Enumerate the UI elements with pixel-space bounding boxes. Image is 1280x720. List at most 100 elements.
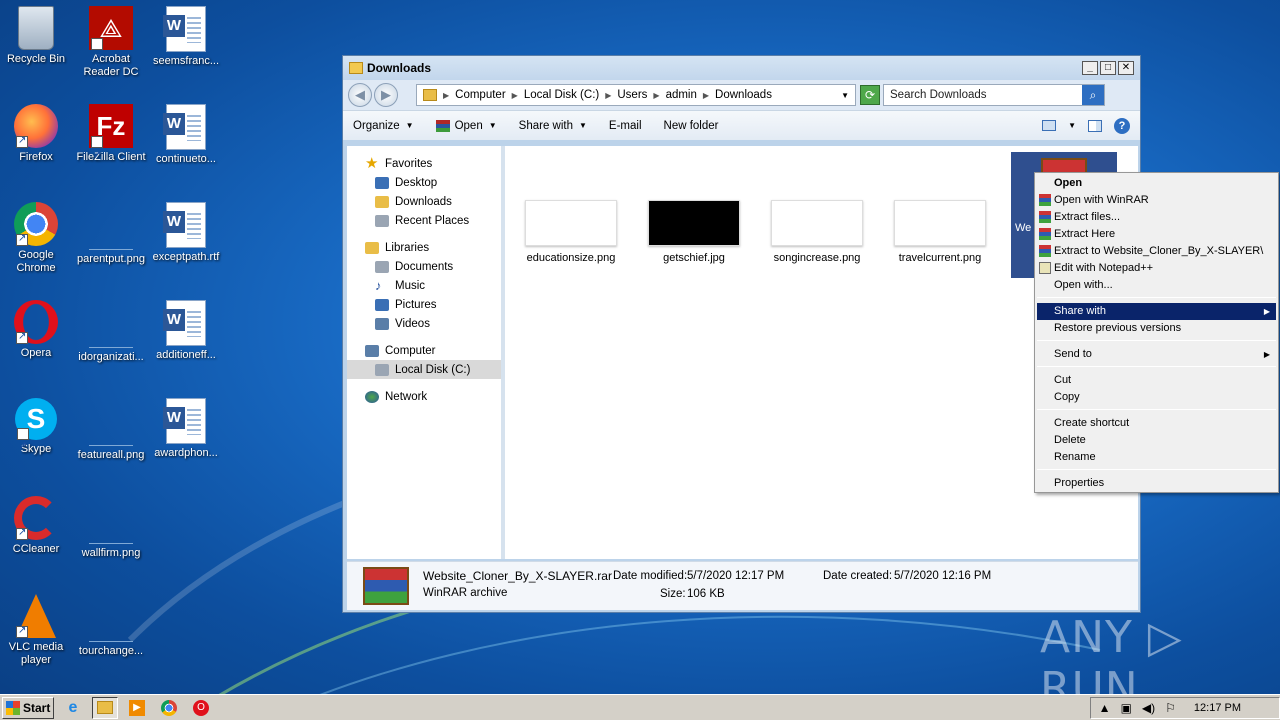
refresh-button[interactable]: ⟳ <box>860 85 880 105</box>
skype-icon: S <box>15 398 57 468</box>
preview-pane-icon[interactable] <box>1088 119 1102 132</box>
nav-videos[interactable]: Videos <box>347 314 501 333</box>
taskbar-media-player[interactable]: ▶ <box>124 697 150 719</box>
nav-pictures[interactable]: Pictures <box>347 295 501 314</box>
menu-item-open[interactable]: Open <box>1037 175 1276 192</box>
address-bar[interactable]: ▶ Computer ▶ Local Disk (C:) ▶ Users ▶ a… <box>416 84 856 106</box>
menu-item-extract-here[interactable]: Extract Here <box>1037 226 1276 243</box>
desktop-icon-word-doc[interactable]: W continueto... <box>150 104 222 166</box>
breadcrumb-downloads[interactable]: Downloads <box>715 89 772 101</box>
desktop-icon-ccleaner[interactable]: CCleaner <box>0 496 72 556</box>
help-icon[interactable]: ? <box>1114 117 1130 134</box>
title-bar[interactable]: Downloads _ □ ✕ <box>343 56 1140 80</box>
nav-desktop[interactable]: Desktop <box>347 173 501 192</box>
desktop-icon-skype[interactable]: S Skype <box>0 398 72 468</box>
menu-item-delete[interactable]: Delete <box>1037 432 1276 449</box>
nav-local-disk[interactable]: Local Disk (C:) <box>347 360 501 379</box>
minimize-button[interactable]: _ <box>1082 61 1098 75</box>
desktop-icon-firefox[interactable]: Firefox <box>0 104 72 164</box>
chevron-down-icon[interactable]: ▼ <box>1068 121 1076 130</box>
start-button[interactable]: Start <box>2 696 54 719</box>
desktop-icon-filezilla[interactable]: Fz FileZilla Client <box>75 104 147 178</box>
desktop-icon-file[interactable]: idorganizati... <box>75 300 147 364</box>
desktop-icon-png[interactable]: featureall.png <box>75 398 147 462</box>
search-input[interactable]: Search Downloads ⌕ <box>883 84 1105 106</box>
close-button[interactable]: ✕ <box>1118 61 1134 75</box>
nav-documents[interactable]: Documents <box>347 257 501 276</box>
action-center-flag-icon[interactable]: ⚐ <box>1165 701 1176 715</box>
menu-item-rename[interactable]: Rename <box>1037 449 1276 466</box>
desktop-icon-acrobat[interactable]: ⟁ Acrobat Reader DC <box>75 6 147 80</box>
menu-item-extract-to[interactable]: Extract to Website_Cloner_By_X-SLAYER\ <box>1037 243 1276 260</box>
file-item[interactable]: travelcurrent.png <box>885 200 995 264</box>
desktop-icon-word-doc[interactable]: W seemsfranc... <box>150 6 222 68</box>
details-date-created: 5/7/2020 12:16 PM <box>894 570 992 582</box>
view-icon[interactable] <box>1042 120 1057 131</box>
desktop-icon-vlc[interactable]: VLC media player <box>0 594 72 667</box>
search-icon[interactable]: ⌕ <box>1082 85 1104 105</box>
maximize-button[interactable]: □ <box>1100 61 1116 75</box>
winrar-icon <box>1039 245 1051 257</box>
breadcrumb-computer[interactable]: Computer <box>455 89 506 101</box>
taskbar-ie[interactable]: e <box>60 697 86 719</box>
nav-music[interactable]: ♪ Music <box>347 276 501 295</box>
menu-item-share-with[interactable]: Share with ▶ <box>1037 303 1276 320</box>
breadcrumb-admin[interactable]: admin <box>666 89 697 101</box>
desktop-icon-png[interactable]: parentput.png <box>75 202 147 266</box>
ccleaner-icon <box>14 496 58 540</box>
menu-item-open-with-winrar[interactable]: Open with WinRAR <box>1037 192 1276 209</box>
desktop-icon-file[interactable]: tourchange... <box>75 594 147 658</box>
organize-button[interactable]: Organize ▼ <box>353 120 414 132</box>
nav-downloads[interactable]: Downloads <box>347 192 501 211</box>
menu-divider <box>1037 297 1276 298</box>
winrar-icon <box>1039 194 1051 206</box>
back-button[interactable]: ◀ <box>348 83 372 107</box>
chevron-down-icon[interactable]: ▼ <box>841 91 849 100</box>
menu-item-copy[interactable]: Copy <box>1037 389 1276 406</box>
menu-item-send-to[interactable]: Send to ▶ <box>1037 346 1276 363</box>
desktop-icon-opera[interactable]: Opera <box>0 300 72 360</box>
nav-computer[interactable]: Computer <box>347 341 501 360</box>
desktop-icon-recycle-bin[interactable]: Recycle Bin <box>0 6 72 66</box>
desktop-icon-rtf[interactable]: W exceptpath.rtf <box>150 202 222 264</box>
nav-favorites[interactable]: ★ Favorites <box>347 154 501 173</box>
desktop-icon-word-doc[interactable]: W awardphon... <box>150 398 222 460</box>
email-button[interactable]: E-mail <box>609 120 642 132</box>
desktop-icon-chrome[interactable]: Google Chrome <box>0 202 72 275</box>
network-icon <box>365 390 379 403</box>
desktop-icon-word-doc[interactable]: W additioneff... <box>150 300 222 362</box>
breadcrumb-users[interactable]: Users <box>617 89 647 101</box>
clock[interactable]: 12:17 PM <box>1194 702 1241 714</box>
menu-item-extract-files[interactable]: Extract files... <box>1037 209 1276 226</box>
acrobat-icon: ⟁ <box>89 6 133 80</box>
command-bar: Organize ▼ Open ▼ Share with ▼ E-mail New f… <box>343 110 1140 140</box>
show-hidden-icons-icon[interactable]: ▲ <box>1099 701 1111 715</box>
image-file-icon <box>89 410 133 446</box>
volume-icon[interactable]: ◀) <box>1142 701 1155 715</box>
file-item[interactable]: songincrease.png <box>762 200 872 264</box>
menu-item-edit-notepad[interactable]: Edit with Notepad++ <box>1037 260 1276 277</box>
nav-libraries[interactable]: Libraries <box>347 238 501 257</box>
taskbar-opera[interactable]: O <box>188 697 214 719</box>
breadcrumb-local-disk[interactable]: Local Disk (C:) <box>524 89 599 101</box>
forward-button[interactable]: ▶ <box>374 83 398 107</box>
nav-network[interactable]: Network <box>347 387 501 406</box>
menu-item-create-shortcut[interactable]: Create shortcut <box>1037 415 1276 432</box>
share-with-button[interactable]: Share with ▼ <box>519 120 587 132</box>
file-item[interactable]: getschief.jpg <box>639 200 749 264</box>
file-item[interactable]: educationsize.png <box>516 200 626 264</box>
menu-item-properties[interactable]: Properties <box>1037 475 1276 492</box>
network-status-icon[interactable]: ▣ <box>1121 701 1132 715</box>
new-folder-button[interactable]: New folder <box>664 120 719 132</box>
pictures-icon <box>375 298 389 311</box>
explorer-body: ★ Favorites Desktop Downloads Recent Plac… <box>347 146 1138 559</box>
file-thumbnail <box>771 200 863 246</box>
taskbar-explorer[interactable] <box>92 696 118 719</box>
open-button[interactable]: Open ▼ <box>435 119 497 132</box>
menu-item-cut[interactable]: Cut <box>1037 372 1276 389</box>
nav-recent-places[interactable]: Recent Places <box>347 211 501 230</box>
desktop-icon-png[interactable]: wallfirm.png <box>75 496 147 560</box>
menu-item-open-with[interactable]: Open with... <box>1037 277 1276 294</box>
taskbar-chrome[interactable] <box>156 697 182 719</box>
menu-item-restore-versions[interactable]: Restore previous versions <box>1037 320 1276 337</box>
